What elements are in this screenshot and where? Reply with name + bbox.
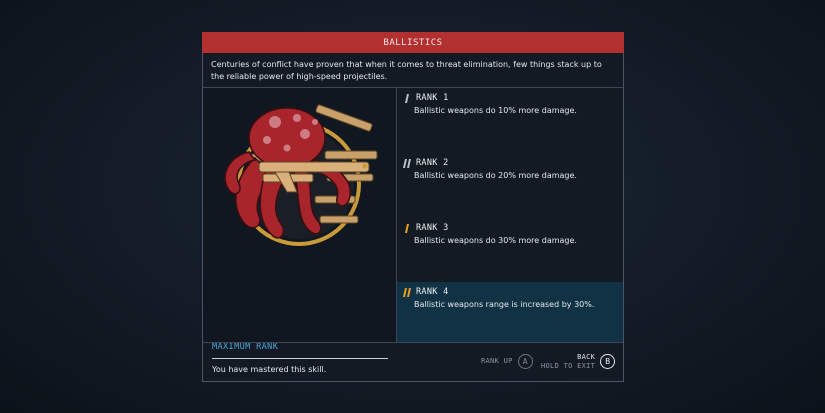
rank-up-label: RANK UP [481,357,513,366]
rank-row-3[interactable]: RANK 3 Ballistic weapons do 30% more dam… [397,218,623,282]
rank-row-2[interactable]: RANK 2 Ballistic weapons do 20% more dam… [397,153,623,217]
rank-label: RANK 1 [416,93,449,103]
rank-description: Ballistic weapons range is increased by … [414,300,595,309]
skill-patch-icon [224,104,378,246]
controls-footer: RANK UP A BACK HOLD TO EXIT B [203,343,623,381]
rank-up-control[interactable]: RANK UP A [481,354,533,369]
skill-description: Centuries of conflict have proven that w… [211,60,602,81]
rank-label: RANK 2 [416,158,449,168]
rank-row-1[interactable]: RANK 1 Ballistic weapons do 10% more dam… [397,88,623,152]
rank-description: Ballistic weapons do 30% more damage. [414,236,577,245]
skill-panel: BALLISTICS Centuries of conflict have pr… [202,32,624,382]
rank-2-icon [403,158,411,168]
skill-image-pane: MAXIMUM RANK You have mastered this skil… [203,88,396,374]
rank-1-icon [405,93,409,103]
rank-row-4[interactable]: RANK 4 Ballistic weapons range is increa… [397,282,623,342]
rank-description: Ballistic weapons do 20% more damage. [414,171,577,180]
rank-description: Ballistic weapons do 10% more damage. [414,106,577,115]
rank-label: RANK 4 [416,287,449,297]
b-button-icon[interactable]: B [600,354,616,369]
rank-label: RANK 3 [416,223,449,233]
a-button-icon[interactable]: A [517,354,533,369]
back-label-group: BACK HOLD TO EXIT [541,353,595,370]
skill-title: BALLISTICS [202,32,624,53]
back-control[interactable]: BACK HOLD TO EXIT B [541,353,616,370]
rank-3-icon [405,223,409,233]
back-label: BACK [577,353,596,361]
hold-to-exit-label: HOLD TO EXIT [541,361,596,370]
rank-4-icon [403,287,411,297]
